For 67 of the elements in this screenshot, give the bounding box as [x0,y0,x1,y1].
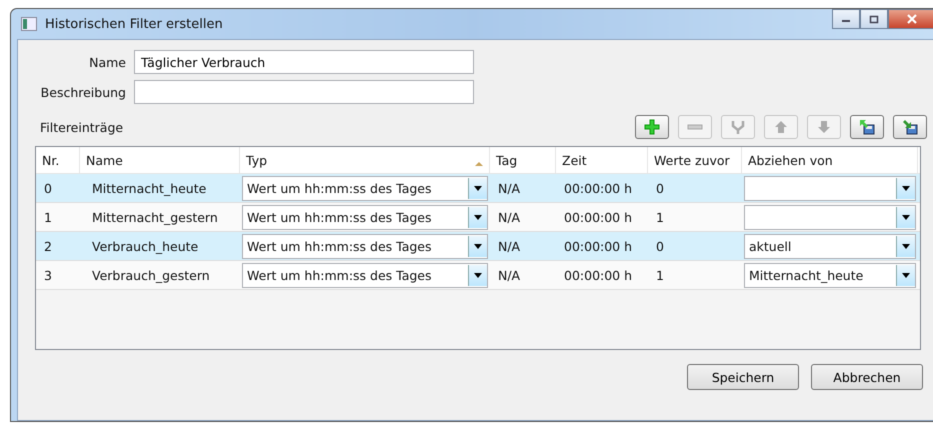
type-dropdown[interactable]: Wert um hh:mm:ss des Tages [242,176,488,200]
maximize-button[interactable] [860,9,888,29]
down-arrow-icon [816,119,832,135]
dropdown-arrow-icon [902,244,910,248]
dropdown-arrow-icon [902,272,910,278]
column-header[interactable]: Tag [490,147,556,173]
table-cell: 0 [656,238,664,254]
field-label: Name [88,54,127,70]
table-cell: 2 [44,238,52,254]
cancel-button[interactable]: Abbrechen [811,364,923,390]
dropdown-arrow-icon [902,214,910,220]
maximize-icon [869,14,879,24]
disk-arrow-icon [902,119,918,135]
column-header[interactable]: Name [80,147,240,173]
import-button[interactable] [893,115,927,139]
table-cell: 0 [44,180,52,196]
type-dropdown[interactable]: Wert um hh:mm:ss des Tages [242,262,488,288]
table-cell-text: Verbrauch_gestern [91,268,210,282]
table-cell: N/A [498,180,520,196]
table-cell: N/A [498,210,520,224]
minimize-button[interactable] [832,9,860,29]
disk-arrow-icon [859,119,875,135]
dropdown-arrow-icon [902,186,910,190]
plus-icon [644,119,660,135]
table-cell: 1 [656,268,664,282]
table-cell: 00:00:00 h [564,238,632,254]
table-cell-text: Mitternacht_gestern [91,210,218,224]
table-cell-text: Mitternacht_heute [91,180,206,196]
table-cell: N/A [498,238,520,254]
close-button[interactable] [888,9,933,29]
field-label: Beschreibung [40,84,127,100]
subtract-dropdown[interactable] [744,176,916,200]
column-header[interactable]: Werte zuvor [648,147,742,173]
dropdown-arrow-icon [474,272,482,278]
text-field[interactable]: Täglicher Verbrauch [134,50,474,74]
table-cell: 00:00:00 h [564,210,632,224]
window-title: Historischen Filter erstellen [45,16,223,32]
column-header[interactable]: Abziehen von [742,147,918,173]
table-cell: 1 [656,210,664,224]
column-header[interactable]: Typ [240,147,490,173]
close-icon [906,14,918,24]
up-arrow-icon [773,119,789,135]
table-cell: 1 [44,210,52,224]
type-dropdown[interactable]: Wert um hh:mm:ss des Tages [242,234,488,258]
export-button[interactable] [850,115,884,139]
table-cell: 3 [44,268,52,282]
sort-arrow-icon [475,161,483,166]
add-button[interactable] [635,115,669,139]
table-cell: 00:00:00 h [564,268,632,282]
subtract-dropdown[interactable]: Mitternacht_heute [744,262,916,288]
text-field[interactable] [134,80,474,104]
dropdown-arrow-icon [474,186,482,190]
subtract-dropdown[interactable] [744,204,916,230]
dropdown-arrow-icon [474,244,482,248]
subtract-dropdown[interactable]: aktuell [744,234,916,258]
window-icon [21,17,37,31]
table-cell: 00:00:00 h [564,180,632,196]
column-header[interactable]: Zeit [556,147,648,173]
type-dropdown[interactable]: Wert um hh:mm:ss des Tages [242,204,488,230]
section-label: Filtereinträge [40,120,124,134]
dropdown-arrow-icon [474,214,482,220]
table-cell: 0 [656,180,664,196]
table-cell: N/A [498,268,520,282]
save-button[interactable]: Speichern [687,364,799,390]
fork-icon [730,119,746,135]
table-cell-text: Verbrauch_heute [91,238,198,254]
column-header[interactable]: Nr. [36,147,80,173]
